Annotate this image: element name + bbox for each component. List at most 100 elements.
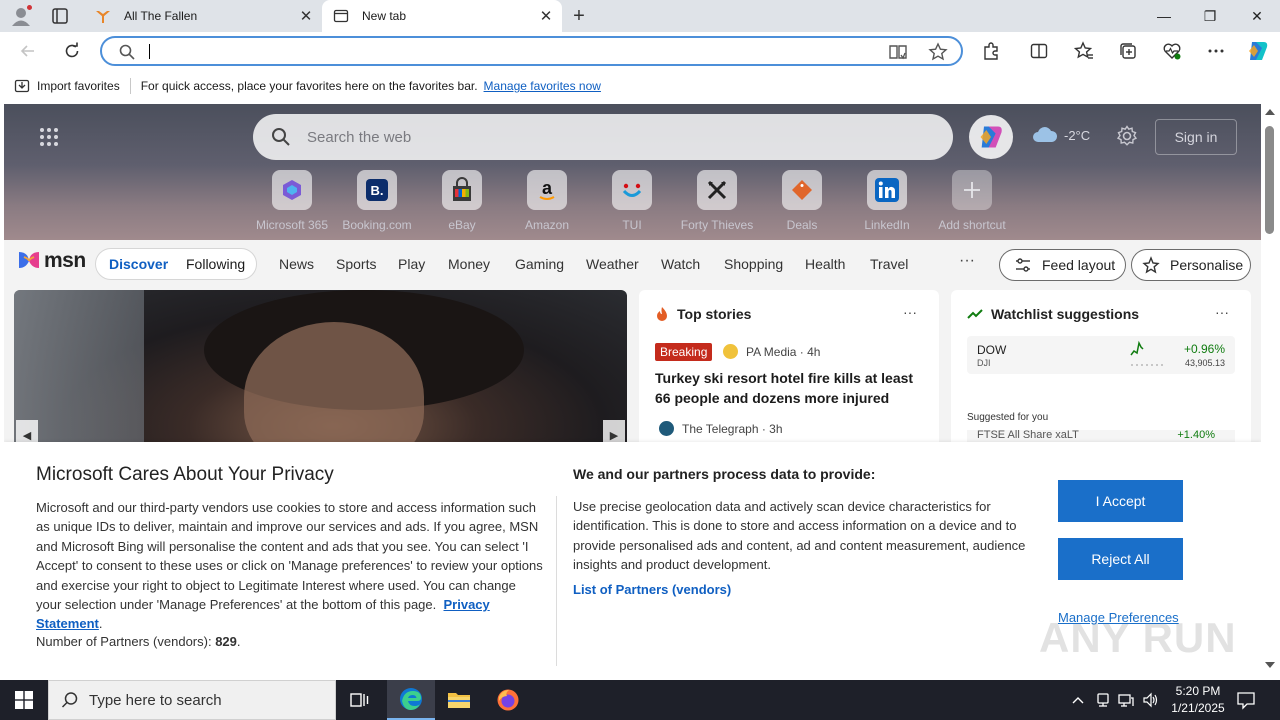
start-button[interactable] <box>0 680 48 720</box>
search-icon <box>119 44 135 60</box>
split-screen-button[interactable] <box>1027 39 1051 63</box>
manage-favorites-link[interactable]: Manage favorites now <box>484 79 601 93</box>
nav-weather[interactable]: Weather <box>586 256 639 272</box>
tab-actions-button[interactable] <box>50 6 70 26</box>
shortcut-tui[interactable]: TUI <box>592 170 672 232</box>
scroll-up-icon[interactable] <box>1265 109 1275 115</box>
minimize-button[interactable]: — <box>1141 0 1187 32</box>
accept-button[interactable]: I Accept <box>1058 480 1183 522</box>
partners-list-link[interactable]: List of Partners (vendors) <box>573 582 731 597</box>
msn-logo[interactable]: msn <box>16 249 86 273</box>
shortcut-add[interactable]: Add shortcut <box>932 170 1012 232</box>
featured-story-image[interactable]: ◀ ▶ <box>14 290 627 450</box>
nav-gaming[interactable]: Gaming <box>515 256 564 272</box>
partners-count-row: Number of Partners (vendors): 829. <box>36 634 241 649</box>
address-bar[interactable] <box>100 36 963 66</box>
taskbar-firefox[interactable] <box>484 680 532 720</box>
search-icon <box>61 692 78 708</box>
card-more-icon[interactable]: ··· <box>1215 304 1229 320</box>
taskbar-file-explorer[interactable] <box>435 680 483 720</box>
sign-in-button[interactable]: Sign in <box>1155 119 1237 155</box>
deals-icon <box>782 170 822 210</box>
copilot-button[interactable] <box>1246 39 1270 63</box>
shortcut-forty-thieves[interactable]: Forty Thieves <box>677 170 757 232</box>
page-settings-button[interactable] <box>1116 125 1138 150</box>
system-clock[interactable]: 5:20 PM 1/21/2025 <box>1164 683 1232 717</box>
immersive-reader-icon[interactable] <box>888 43 908 61</box>
shortcut-deals[interactable]: Deals <box>762 170 842 232</box>
close-tab-icon[interactable]: ✕ <box>536 6 556 26</box>
tab-all-the-fallen[interactable]: All The Fallen ✕ <box>84 0 322 32</box>
nav-shopping[interactable]: Shopping <box>724 256 783 272</box>
story-headline[interactable]: Turkey ski resort hotel fire kills at le… <box>655 368 925 408</box>
performance-button[interactable] <box>1160 39 1184 63</box>
scroll-down-icon[interactable] <box>1265 662 1275 668</box>
top-stories-header: Top stories <box>655 306 751 322</box>
nav-play[interactable]: Play <box>398 256 425 272</box>
favorites-button[interactable] <box>1072 39 1096 63</box>
nav-sports[interactable]: Sports <box>336 256 376 272</box>
tray-overflow-icon[interactable] <box>1070 692 1086 708</box>
address-input[interactable] <box>150 41 850 61</box>
new-tab-button[interactable]: + <box>568 5 590 27</box>
notifications-button[interactable] <box>1236 690 1256 713</box>
story-source-text: The Telegraph · 3h <box>682 421 783 436</box>
settings-menu-button[interactable] <box>1204 39 1228 63</box>
extensions-button[interactable] <box>979 39 1003 63</box>
collections-button[interactable] <box>1116 39 1140 63</box>
favorites-hint: For quick access, place your favorites h… <box>140 79 478 93</box>
browser-toolbar <box>0 32 1280 70</box>
close-tab-icon[interactable]: ✕ <box>296 6 316 26</box>
tab-following[interactable]: Following <box>186 256 245 272</box>
taskbar-edge[interactable] <box>387 680 435 720</box>
card-more-icon[interactable]: ··· <box>903 304 917 320</box>
nav-more-icon[interactable]: ··· <box>959 252 975 270</box>
web-search-box[interactable] <box>253 114 953 160</box>
copilot-search-button[interactable] <box>969 115 1013 159</box>
sparkle-star-icon <box>1142 256 1160 274</box>
clock-time: 5:20 PM <box>1175 684 1221 698</box>
page-scrollbar[interactable] <box>1261 104 1280 676</box>
volume-icon[interactable] <box>1142 692 1158 708</box>
shortcut-booking[interactable]: B. Booking.com <box>337 170 417 232</box>
reject-all-button[interactable]: Reject All <box>1058 538 1183 580</box>
taskbar-search-box[interactable]: Type here to search <box>48 680 336 720</box>
trend-up-icon <box>967 309 983 319</box>
scroll-thumb[interactable] <box>1265 126 1274 234</box>
network-device-icon[interactable] <box>1095 692 1111 708</box>
story-source: PA Media · 4h <box>723 344 820 359</box>
personalise-button[interactable]: Personalise <box>1131 249 1251 281</box>
stock-row-dow[interactable]: DOW DJI +0.96% 43,905.13 <box>967 336 1235 374</box>
nav-watch[interactable]: Watch <box>661 256 700 272</box>
privacy-title: Microsoft Cares About Your Privacy <box>36 464 334 485</box>
back-button[interactable] <box>16 39 40 63</box>
manage-preferences-link[interactable]: Manage Preferences <box>1058 610 1179 625</box>
feed-layout-button[interactable]: Feed layout <box>999 249 1126 281</box>
close-window-button[interactable]: ✕ <box>1234 0 1280 32</box>
task-view-button[interactable] <box>336 680 384 720</box>
shortcut-amazon[interactable]: a Amazon <box>507 170 587 232</box>
refresh-button[interactable] <box>60 39 84 63</box>
network-icon[interactable] <box>1118 692 1134 708</box>
favorite-star-icon[interactable] <box>928 42 948 62</box>
web-search-input[interactable] <box>307 127 907 147</box>
shortcut-ebay[interactable]: eBay <box>422 170 502 232</box>
tab-discover[interactable]: Discover <box>109 256 168 272</box>
shortcut-label: Amazon <box>524 218 570 232</box>
profile-avatar[interactable] <box>10 4 33 27</box>
tab-new-tab[interactable]: New tab ✕ <box>322 0 562 32</box>
weather-widget[interactable]: -2°C <box>1032 126 1090 144</box>
weather-temp: -2°C <box>1064 127 1091 143</box>
app-launcher-icon[interactable] <box>40 128 58 146</box>
nav-travel[interactable]: Travel <box>870 256 908 272</box>
nav-news[interactable]: News <box>279 256 314 272</box>
shortcut-microsoft-365[interactable]: Microsoft 365 <box>252 170 332 232</box>
ebay-icon <box>442 170 482 210</box>
nav-money[interactable]: Money <box>448 256 490 272</box>
import-favorites-button[interactable]: Import favorites <box>14 78 120 94</box>
nav-health[interactable]: Health <box>805 256 845 272</box>
restore-button[interactable]: ❐ <box>1187 0 1233 32</box>
shortcut-linkedin[interactable]: LinkedIn <box>847 170 927 232</box>
import-icon <box>14 79 30 93</box>
more-horizontal-icon <box>1208 49 1224 53</box>
